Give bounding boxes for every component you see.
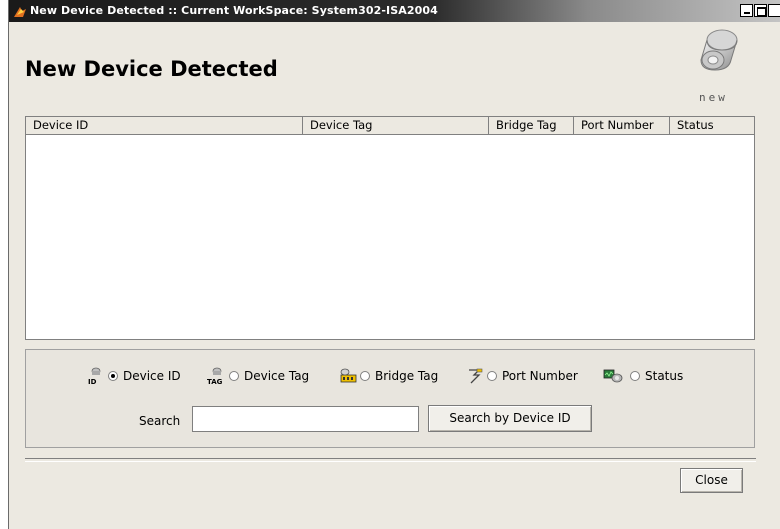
close-window-button[interactable]: x [768, 4, 780, 17]
radio-port-number[interactable] [487, 371, 497, 381]
footer-divider [25, 458, 756, 462]
window-controls: x [739, 4, 780, 18]
new-device-logo-icon [700, 29, 738, 71]
column-header-status[interactable]: Status [670, 117, 754, 134]
new-caption: new [699, 91, 728, 104]
radio-device-id[interactable] [108, 371, 118, 381]
device-tag-icon: TAG [207, 366, 227, 386]
column-header-device-tag[interactable]: Device Tag [303, 117, 489, 134]
port-number-icon [465, 366, 485, 386]
column-header-port-number[interactable]: Port Number [574, 117, 670, 134]
bridge-tag-icon [338, 366, 358, 386]
filter-label-device-tag: Device Tag [244, 369, 310, 383]
filter-option-device-id[interactable]: ID Device ID [86, 366, 181, 386]
search-label: Search [139, 414, 181, 428]
minimize-button[interactable] [740, 4, 753, 17]
table-body[interactable] [26, 135, 754, 339]
filter-option-status[interactable]: Status [602, 366, 683, 386]
maximize-button[interactable] [754, 4, 767, 17]
dialog-window: New Device Detected :: Current WorkSpace… [8, 0, 780, 529]
device-id-icon: ID [86, 366, 106, 386]
status-icon [602, 366, 624, 386]
device-table[interactable]: Device ID Device Tag Bridge Tag Port Num… [25, 116, 755, 340]
filter-label-status: Status [645, 369, 684, 383]
column-header-bridge-tag[interactable]: Bridge Tag [489, 117, 574, 134]
radio-bridge-tag[interactable] [360, 371, 370, 381]
search-panel: ID Device ID TAG Device Tag Bridge Tag P… [25, 349, 755, 448]
device-id-icon-text: ID [88, 378, 97, 386]
filter-label-device-id: Device ID [123, 369, 181, 383]
filter-option-device-tag[interactable]: TAG Device Tag [207, 366, 309, 386]
page-title: New Device Detected [25, 57, 278, 81]
filter-label-bridge-tag: Bridge Tag [375, 369, 439, 383]
filter-label-port-number: Port Number [502, 369, 578, 383]
close-button[interactable]: Close [680, 468, 743, 493]
column-header-device-id[interactable]: Device ID [26, 117, 303, 134]
table-header: Device ID Device Tag Bridge Tag Port Num… [26, 117, 754, 135]
search-input[interactable] [192, 406, 419, 432]
device-tag-icon-text: TAG [207, 378, 223, 386]
radio-device-tag[interactable] [229, 371, 239, 381]
filter-option-bridge-tag[interactable]: Bridge Tag [338, 366, 438, 386]
radio-status[interactable] [630, 371, 640, 381]
title-bar[interactable]: New Device Detected :: Current WorkSpace… [9, 0, 780, 22]
window-title: New Device Detected :: Current WorkSpace… [30, 4, 438, 17]
app-icon [14, 7, 26, 17]
search-by-device-id-button[interactable]: Search by Device ID [428, 405, 592, 432]
filter-option-port-number[interactable]: Port Number [465, 366, 578, 386]
